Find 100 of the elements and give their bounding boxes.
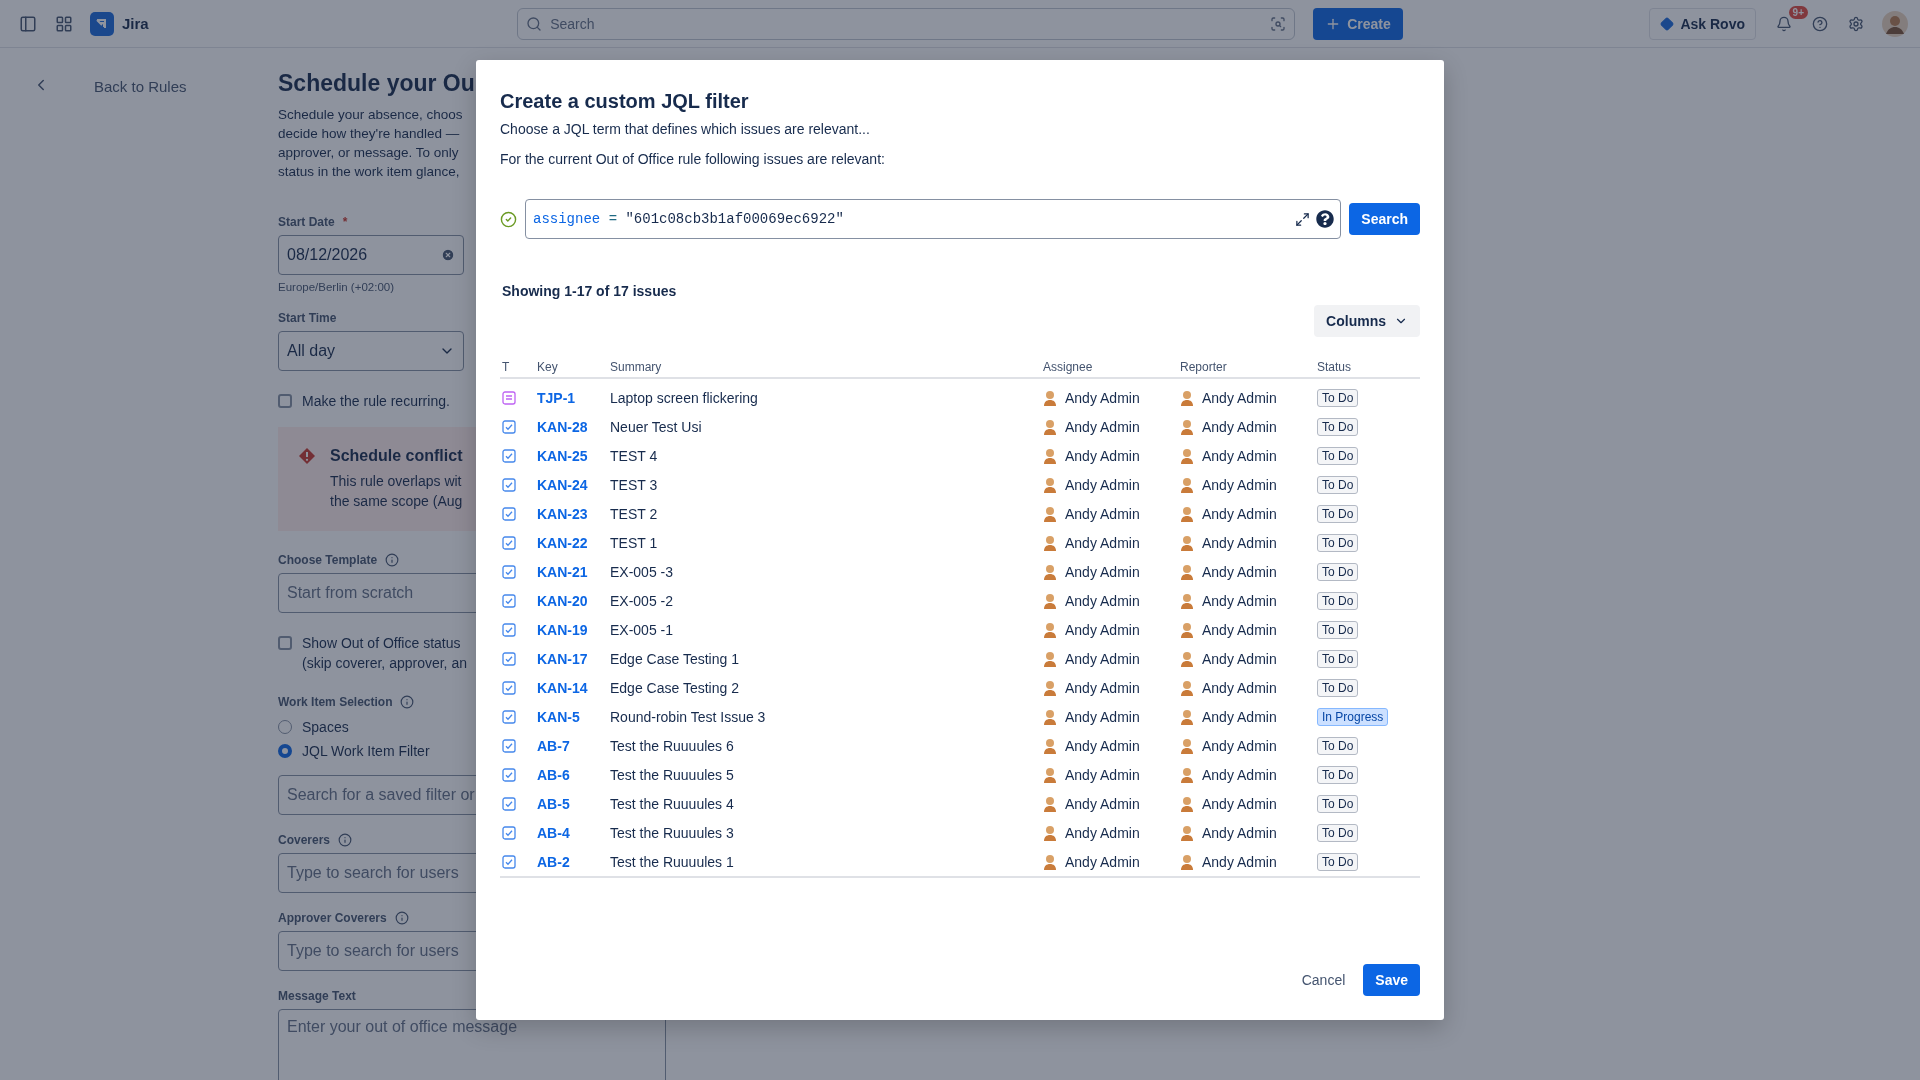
issue-key-link[interactable]: KAN-17 bbox=[537, 650, 610, 667]
summary-cell-text: TEST 4 bbox=[610, 447, 659, 464]
cancel-button[interactable]: Cancel bbox=[1291, 964, 1356, 996]
avatar-icon bbox=[1043, 708, 1057, 725]
field-label: Start Time bbox=[278, 311, 337, 325]
search-icon bbox=[526, 15, 543, 32]
summary-cell-text: Edge Case Testing 1 bbox=[610, 650, 740, 667]
jql-input-field[interactable]: assignee = "601c08cb3b1af00069ec6922" bbox=[525, 199, 1342, 239]
issue-key-link[interactable]: KAN-21 bbox=[537, 563, 610, 580]
assignee-name: Andy Admin bbox=[1065, 766, 1140, 783]
reporter-name: Andy Admin bbox=[1202, 592, 1277, 609]
avatar-icon bbox=[1180, 447, 1194, 464]
status-lozenge: To Do bbox=[1317, 765, 1359, 784]
required-mark: * bbox=[342, 215, 348, 229]
assignee-name: Andy Admin bbox=[1065, 418, 1140, 435]
field-label: Coverers bbox=[278, 833, 331, 847]
assignee-name: Andy Admin bbox=[1065, 534, 1140, 551]
avatar-icon bbox=[1043, 650, 1057, 667]
issue-key-link[interactable]: AB-5 bbox=[537, 795, 610, 812]
assignee-name: Andy Admin bbox=[1065, 447, 1140, 464]
issue-key-link[interactable]: AB-2 bbox=[537, 853, 610, 870]
bell-icon bbox=[1776, 15, 1792, 32]
status-lozenge: To Do bbox=[1317, 649, 1359, 668]
reporter-name: Andy Admin bbox=[1202, 563, 1277, 580]
summary-cell-text: Test the Ruuuules 5 bbox=[610, 766, 735, 783]
avatar-icon bbox=[1180, 534, 1194, 551]
status-lozenge: To Do bbox=[1317, 591, 1359, 610]
avatar-icon bbox=[1180, 563, 1194, 580]
alert-title: Schedule conflict bbox=[330, 447, 463, 465]
issue-key-link[interactable]: KAN-28 bbox=[537, 418, 610, 435]
issue-key-link[interactable]: KAN-19 bbox=[537, 621, 610, 638]
column-header: T bbox=[502, 360, 511, 374]
message-field[interactable]: Enter your out of office message bbox=[278, 1009, 666, 1080]
help-icon[interactable] bbox=[1316, 210, 1335, 228]
avatar-icon bbox=[1043, 795, 1057, 812]
dialog-subtitle: Choose a JQL term that defines which issues are relevant... bbox=[500, 121, 871, 137]
search-button[interactable]: Search bbox=[1349, 203, 1420, 235]
diamond-icon bbox=[1660, 16, 1675, 31]
expand-icon[interactable] bbox=[1295, 211, 1311, 227]
checkbox-label: Show Out of Office status (skip coverer, approver, an bbox=[302, 634, 467, 673]
avatar-icon bbox=[1043, 766, 1057, 783]
clear-icon[interactable] bbox=[441, 248, 455, 262]
radio-label: JQL Work Item Filter bbox=[302, 743, 430, 759]
column-header: Assignee bbox=[1043, 360, 1094, 374]
issue-key-link[interactable]: KAN-14 bbox=[537, 679, 610, 696]
issue-key-link[interactable]: AB-7 bbox=[537, 737, 610, 754]
radio-label: Spaces bbox=[302, 719, 349, 735]
status-lozenge: To Do bbox=[1317, 562, 1359, 581]
status-lozenge: To Do bbox=[1317, 823, 1359, 842]
save-button[interactable]: Save bbox=[1363, 964, 1420, 996]
search-field[interactable]: Search bbox=[517, 7, 1296, 40]
issue-key-link[interactable]: KAN-5 bbox=[537, 708, 610, 725]
summary-cell-text: Test the Ruuuules 4 bbox=[610, 795, 735, 812]
columns-button[interactable]: Columns bbox=[1314, 305, 1420, 337]
back-link[interactable]: Back to Rules bbox=[94, 78, 187, 95]
issue-key-link[interactable]: KAN-20 bbox=[537, 592, 610, 609]
issue-key-link[interactable]: AB-6 bbox=[537, 766, 610, 783]
status-lozenge: To Do bbox=[1317, 794, 1359, 813]
checkbox[interactable] bbox=[278, 394, 292, 408]
start-time-select[interactable]: All day bbox=[278, 331, 464, 371]
status-lozenge: To Do bbox=[1317, 678, 1359, 697]
radio-button[interactable] bbox=[278, 720, 292, 734]
create-button[interactable]: Create bbox=[1313, 7, 1403, 40]
scope-text: For the current Out of Office rule following issues are relevant: bbox=[500, 151, 886, 167]
summary-cell-text: TEST 1 bbox=[610, 534, 659, 551]
summary-cell-text: Test the Ruuuules 6 bbox=[610, 737, 735, 754]
field-label: Start Date bbox=[278, 215, 335, 229]
summary-cell-text: EX-005 -3 bbox=[610, 563, 675, 580]
avatar-icon bbox=[1043, 476, 1057, 493]
avatar-icon bbox=[1180, 592, 1194, 609]
column-header: Status bbox=[1317, 360, 1353, 374]
issue-key-link[interactable]: KAN-22 bbox=[537, 534, 610, 551]
avatar-icon bbox=[1043, 679, 1057, 696]
issue-key-link[interactable]: KAN-25 bbox=[537, 447, 610, 464]
avatar-icon bbox=[1180, 650, 1194, 667]
column-header: Summary bbox=[610, 360, 663, 374]
user-avatar[interactable] bbox=[1882, 10, 1908, 37]
field-label: Approver Coverers bbox=[278, 911, 387, 925]
ask-rovo-button[interactable]: Ask Rovo bbox=[1649, 7, 1756, 40]
issue-key-link[interactable]: KAN-24 bbox=[537, 476, 610, 493]
scan-icon[interactable] bbox=[1270, 15, 1287, 32]
radio-button[interactable] bbox=[278, 744, 292, 758]
assignee-name: Andy Admin bbox=[1065, 650, 1140, 667]
checkbox[interactable] bbox=[278, 636, 292, 650]
notification-badge: 9+ bbox=[1788, 5, 1808, 19]
issue-key-link[interactable]: TJP-1 bbox=[537, 389, 610, 406]
summary-cell-text: Neuer Test Usi bbox=[610, 418, 703, 435]
assignee-name: Andy Admin bbox=[1065, 853, 1140, 870]
issue-key-link[interactable]: AB-4 bbox=[537, 824, 610, 841]
summary-cell-text: Round-robin Test Issue 3 bbox=[610, 708, 767, 725]
avatar-icon bbox=[1043, 418, 1057, 435]
field-label: Work Item Selection bbox=[278, 695, 393, 709]
assignee-name: Andy Admin bbox=[1065, 737, 1140, 754]
assignee-name: Andy Admin bbox=[1065, 476, 1140, 493]
issue-key-link[interactable]: KAN-23 bbox=[537, 505, 610, 522]
avatar-icon bbox=[1043, 389, 1057, 406]
date-field[interactable]: 08/12/2026 bbox=[278, 235, 464, 275]
summary-cell-text: EX-005 -1 bbox=[610, 621, 675, 638]
result-count: Showing 1-17 of 17 issues bbox=[502, 283, 678, 299]
reporter-name: Andy Admin bbox=[1202, 824, 1277, 841]
